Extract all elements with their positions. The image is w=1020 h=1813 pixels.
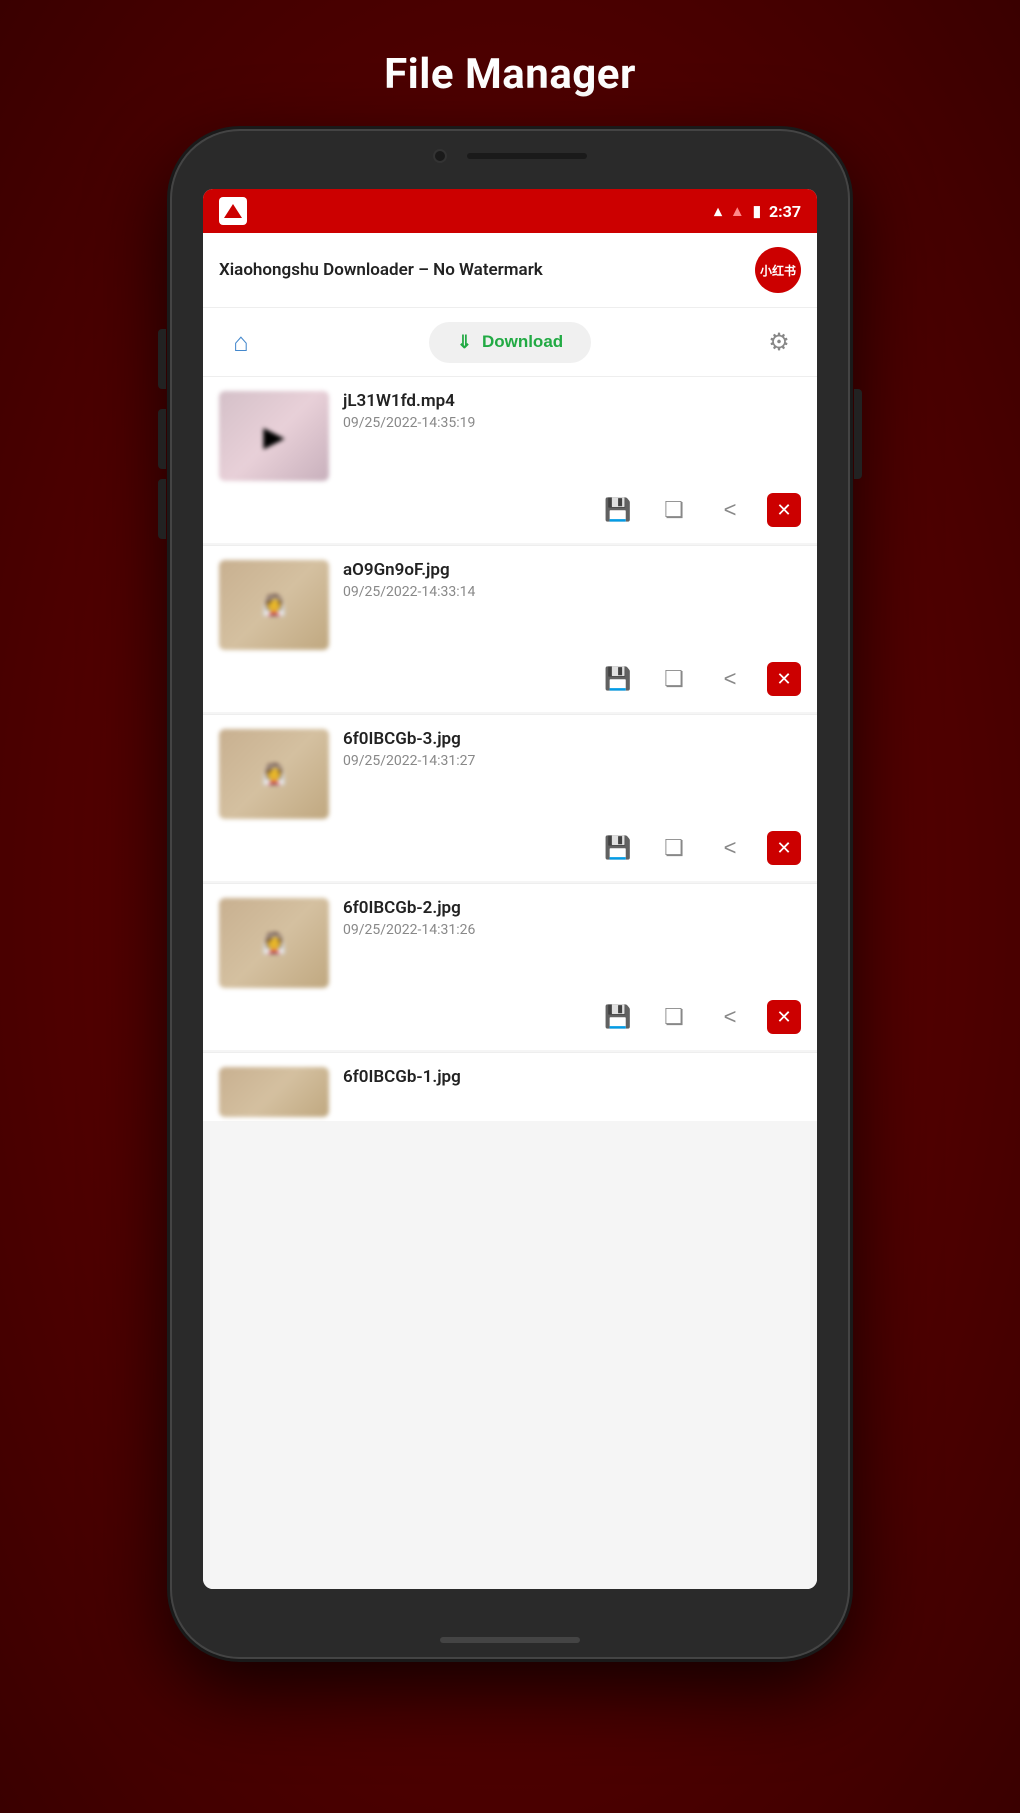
open-button[interactable]: ❏ [655, 491, 693, 529]
share-icon: < [724, 835, 737, 861]
list-item: ▶ jL31W1fd.mp4 09/25/2022-14:35:19 💾 ❏ [203, 377, 817, 543]
phone-frame: ▴ ▲ ▮ 2:37 Xiaohongshu Downloader – No W… [170, 129, 850, 1659]
file-info: 6f0IBCGb-3.jpg 09/25/2022-14:31:27 [343, 729, 801, 769]
file-name: 6f0IBCGb-2.jpg [343, 898, 801, 918]
delete-button[interactable]: ✕ [767, 1000, 801, 1034]
save-button[interactable]: 💾 [599, 998, 637, 1036]
app-header: Xiaohongshu Downloader – No Watermark 小红… [203, 233, 817, 308]
app-logo-badge[interactable]: 小红书 [755, 247, 801, 293]
home-button[interactable]: ⌂ [219, 320, 263, 364]
share-button[interactable]: < [711, 491, 749, 529]
file-main-row: ▶ jL31W1fd.mp4 09/25/2022-14:35:19 [219, 391, 801, 481]
save-icon: 💾 [604, 1004, 631, 1030]
file-actions: 💾 ❏ < ✕ [219, 491, 801, 529]
delete-button[interactable]: ✕ [767, 831, 801, 865]
download-icon: ⇓ [457, 332, 472, 353]
open-icon: ❏ [664, 497, 684, 523]
status-time: 2:37 [769, 202, 801, 221]
download-label: Download [482, 332, 563, 352]
open-icon: ❏ [664, 1004, 684, 1030]
list-item: 👰 6f0IBCGb-3.jpg 09/25/2022-14:31:27 💾 ❏ [203, 715, 817, 881]
save-icon: 💾 [604, 497, 631, 523]
settings-button[interactable]: ⚙ [757, 320, 801, 364]
camera-icon [433, 149, 447, 163]
file-name: aO9Gn9oF.jpg [343, 560, 801, 580]
page-title: File Manager [384, 50, 636, 99]
file-name: 6f0IBCGb-3.jpg [343, 729, 801, 749]
file-thumbnail: 👰 [219, 729, 329, 819]
save-button[interactable]: 💾 [599, 660, 637, 698]
delete-icon: ✕ [776, 500, 791, 521]
file-main-row: 👰 6f0IBCGb-2.jpg 09/25/2022-14:31:26 [219, 898, 801, 988]
nav-toolbar: ⌂ ⇓ Download ⚙ [203, 308, 817, 377]
home-indicator [440, 1637, 580, 1643]
file-date: 09/25/2022-14:31:27 [343, 753, 801, 769]
settings-icon: ⚙ [768, 328, 790, 357]
status-left [219, 197, 247, 225]
phone-screen: ▴ ▲ ▮ 2:37 Xiaohongshu Downloader – No W… [203, 189, 817, 1589]
delete-button[interactable]: ✕ [767, 493, 801, 527]
file-main-row: 👰 aO9Gn9oF.jpg 09/25/2022-14:33:14 [219, 560, 801, 650]
delete-icon: ✕ [776, 838, 791, 859]
download-button[interactable]: ⇓ Download [429, 322, 591, 363]
file-date: 09/25/2022-14:31:26 [343, 922, 801, 938]
file-info: jL31W1fd.mp4 09/25/2022-14:35:19 [343, 391, 801, 431]
share-icon: < [724, 497, 737, 523]
wifi-icon: ▴ [714, 202, 722, 220]
open-button[interactable]: ❏ [655, 998, 693, 1036]
share-button[interactable]: < [711, 829, 749, 867]
open-icon: ❏ [664, 666, 684, 692]
delete-icon: ✕ [776, 1007, 791, 1028]
file-thumbnail: 👰 [219, 898, 329, 988]
file-thumbnail [219, 1067, 329, 1117]
app-header-title: Xiaohongshu Downloader – No Watermark [219, 260, 543, 280]
file-name: 6f0IBCGb-1.jpg [343, 1067, 801, 1087]
file-actions: 💾 ❏ < ✕ [219, 660, 801, 698]
file-thumbnail: ▶ [219, 391, 329, 481]
delete-button[interactable]: ✕ [767, 662, 801, 696]
battery-icon: ▮ [753, 202, 761, 220]
file-actions: 💾 ❏ < ✕ [219, 829, 801, 867]
save-button[interactable]: 💾 [599, 829, 637, 867]
file-actions: 💾 ❏ < ✕ [219, 998, 801, 1036]
file-name: jL31W1fd.mp4 [343, 391, 801, 411]
file-info: 6f0IBCGb-2.jpg 09/25/2022-14:31:26 [343, 898, 801, 938]
share-icon: < [724, 666, 737, 692]
home-icon: ⌂ [233, 327, 249, 358]
file-date: 09/25/2022-14:35:19 [343, 415, 801, 431]
delete-icon: ✕ [776, 669, 791, 690]
save-icon: 💾 [604, 666, 631, 692]
file-main-row: 6f0IBCGb-1.jpg [219, 1067, 801, 1117]
open-button[interactable]: ❏ [655, 829, 693, 867]
speaker-bar [467, 153, 587, 159]
file-info: aO9Gn9oF.jpg 09/25/2022-14:33:14 [343, 560, 801, 600]
list-item: 6f0IBCGb-1.jpg [203, 1053, 817, 1121]
save-icon: 💾 [604, 835, 631, 861]
status-right: ▴ ▲ ▮ 2:37 [714, 202, 801, 221]
phone-top [360, 149, 660, 163]
share-button[interactable]: < [711, 998, 749, 1036]
file-list: ▶ jL31W1fd.mp4 09/25/2022-14:35:19 💾 ❏ [203, 377, 817, 1589]
file-date: 09/25/2022-14:33:14 [343, 584, 801, 600]
list-item: 👰 6f0IBCGb-2.jpg 09/25/2022-14:31:26 💾 ❏ [203, 884, 817, 1050]
file-info: 6f0IBCGb-1.jpg [343, 1067, 801, 1087]
signal-icon: ▲ [730, 202, 745, 220]
open-icon: ❏ [664, 835, 684, 861]
open-button[interactable]: ❏ [655, 660, 693, 698]
app-status-icon [219, 197, 247, 225]
file-thumbnail: 👰 [219, 560, 329, 650]
share-icon: < [724, 1004, 737, 1030]
save-button[interactable]: 💾 [599, 491, 637, 529]
status-bar: ▴ ▲ ▮ 2:37 [203, 189, 817, 233]
share-button[interactable]: < [711, 660, 749, 698]
list-item: 👰 aO9Gn9oF.jpg 09/25/2022-14:33:14 💾 ❏ [203, 546, 817, 712]
file-main-row: 👰 6f0IBCGb-3.jpg 09/25/2022-14:31:27 [219, 729, 801, 819]
